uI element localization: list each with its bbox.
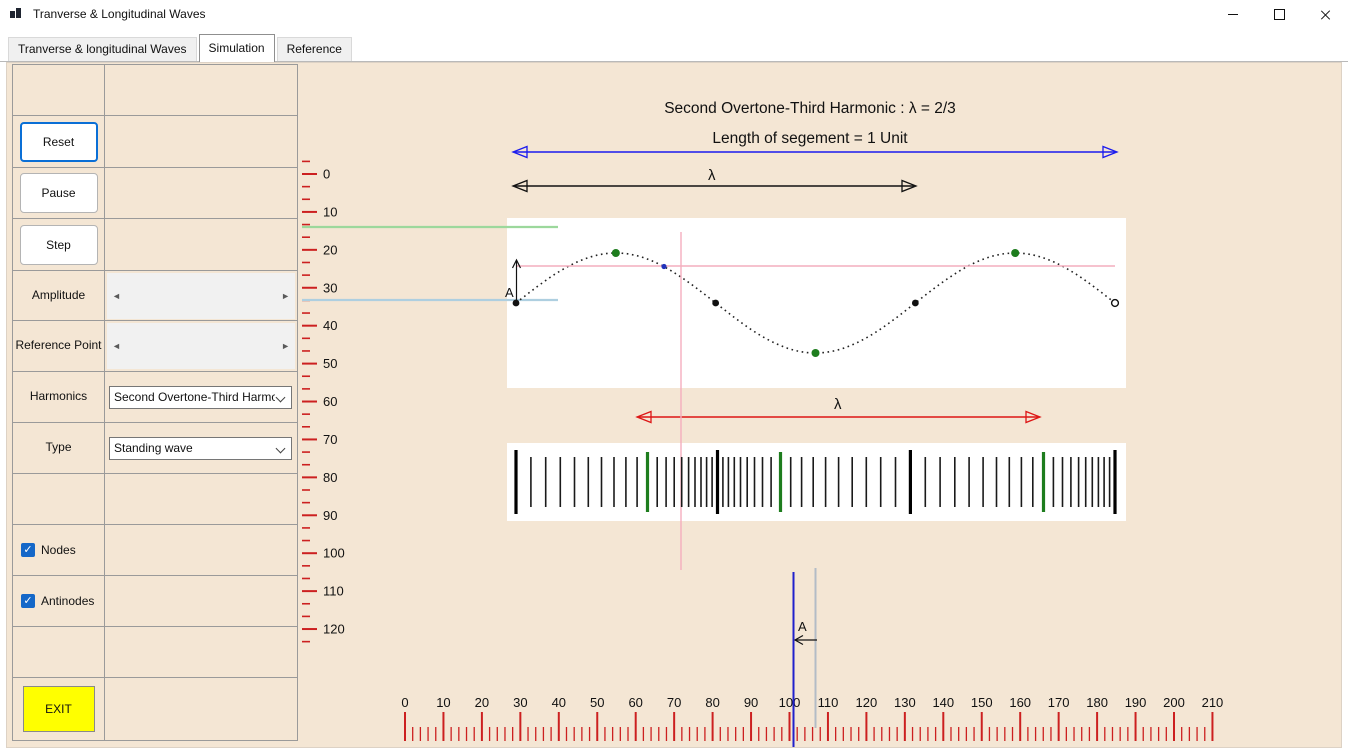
chevron-down-icon xyxy=(275,443,286,453)
empty-cell xyxy=(13,627,105,678)
nodes-label: Nodes xyxy=(41,543,76,557)
nodes-cell: ✓ Nodes xyxy=(13,525,105,576)
type-label: Type xyxy=(13,423,105,474)
sim-title: Second Overtone-Third Harmonic : λ = 2/3 xyxy=(664,100,956,117)
harmonics-cell: Second Overtone-Third Harmonic xyxy=(105,372,298,423)
app-icon xyxy=(10,8,24,20)
empty-cell xyxy=(105,219,298,271)
reset-button[interactable]: Reset xyxy=(19,121,98,162)
check-icon: ✓ xyxy=(23,544,33,556)
tab-transverse-longitudinal[interactable]: Tranverse & longitudinal Waves xyxy=(8,37,197,61)
empty-cell xyxy=(105,116,298,168)
control-panel: Reset Pause Step Amplitude ◄ ► Reference… xyxy=(12,64,298,741)
antinodes-label: Antinodes xyxy=(41,594,95,608)
tab-simulation[interactable]: Simulation xyxy=(198,34,275,62)
step-button[interactable]: Step xyxy=(19,224,98,265)
scroll-left-icon[interactable]: ◄ xyxy=(112,341,121,351)
tab-bar: Tranverse & longitudinal Waves Simulatio… xyxy=(0,28,1348,62)
harmonics-dropdown[interactable]: Second Overtone-Third Harmonic xyxy=(109,385,292,409)
exit-button[interactable]: EXIT xyxy=(22,686,95,732)
type-dropdown[interactable]: Standing wave xyxy=(109,436,292,460)
empty-cell xyxy=(105,576,298,627)
reference-point-scrollbar[interactable]: ◄ ► xyxy=(107,323,295,369)
maximize-button[interactable] xyxy=(1256,0,1302,28)
longitudinal-wave-panel xyxy=(507,443,1126,521)
nodes-checkbox[interactable]: ✓ xyxy=(21,543,35,557)
empty-cell xyxy=(105,168,298,219)
exit-cell: EXIT xyxy=(13,678,105,741)
minimize-icon xyxy=(1228,13,1238,15)
scroll-right-icon[interactable]: ► xyxy=(281,291,290,301)
app-window: Tranverse & Longitudinal Waves Tranverse… xyxy=(0,0,1348,755)
scroll-right-icon[interactable]: ► xyxy=(281,341,290,351)
empty-cell xyxy=(13,474,105,525)
minimize-button[interactable] xyxy=(1210,0,1256,28)
maximize-icon xyxy=(1273,8,1285,20)
amplitude-label: Amplitude xyxy=(13,271,105,321)
amplitude-scrollbar[interactable]: ◄ ► xyxy=(107,272,295,319)
empty-cell xyxy=(105,627,298,678)
empty-cell xyxy=(13,65,105,116)
antinodes-checkbox[interactable]: ✓ xyxy=(21,594,35,608)
close-button[interactable] xyxy=(1302,0,1348,28)
close-icon xyxy=(1320,9,1331,20)
sim-subtitle: Length of segement = 1 Unit xyxy=(712,130,908,147)
step-cell: Step xyxy=(13,219,105,271)
harmonics-value: Second Overtone-Third Harmonic xyxy=(114,390,275,404)
window-controls xyxy=(1210,0,1348,28)
tab-reference[interactable]: Reference xyxy=(276,37,352,61)
check-icon: ✓ xyxy=(23,595,33,607)
reference-point-scroll-cell: ◄ ► xyxy=(105,321,298,372)
empty-cell xyxy=(105,474,298,525)
antinodes-cell: ✓ Antinodes xyxy=(13,576,105,627)
chevron-down-icon xyxy=(275,392,286,402)
scroll-left-icon[interactable]: ◄ xyxy=(112,291,121,301)
empty-cell xyxy=(105,525,298,576)
type-value: Standing wave xyxy=(114,441,193,455)
harmonics-label: Harmonics xyxy=(13,372,105,423)
transverse-wave-panel xyxy=(507,218,1126,388)
pause-cell: Pause xyxy=(13,168,105,219)
empty-cell xyxy=(105,678,298,741)
amplitude-scroll-cell: ◄ ► xyxy=(105,271,298,321)
reference-point-label: Reference Point xyxy=(13,321,105,372)
window-title: Tranverse & Longitudinal Waves xyxy=(33,7,206,21)
empty-cell xyxy=(105,65,298,116)
type-cell: Standing wave xyxy=(105,423,298,474)
reset-cell: Reset xyxy=(13,116,105,168)
titlebar: Tranverse & Longitudinal Waves xyxy=(0,0,1348,28)
pause-button[interactable]: Pause xyxy=(19,173,98,213)
